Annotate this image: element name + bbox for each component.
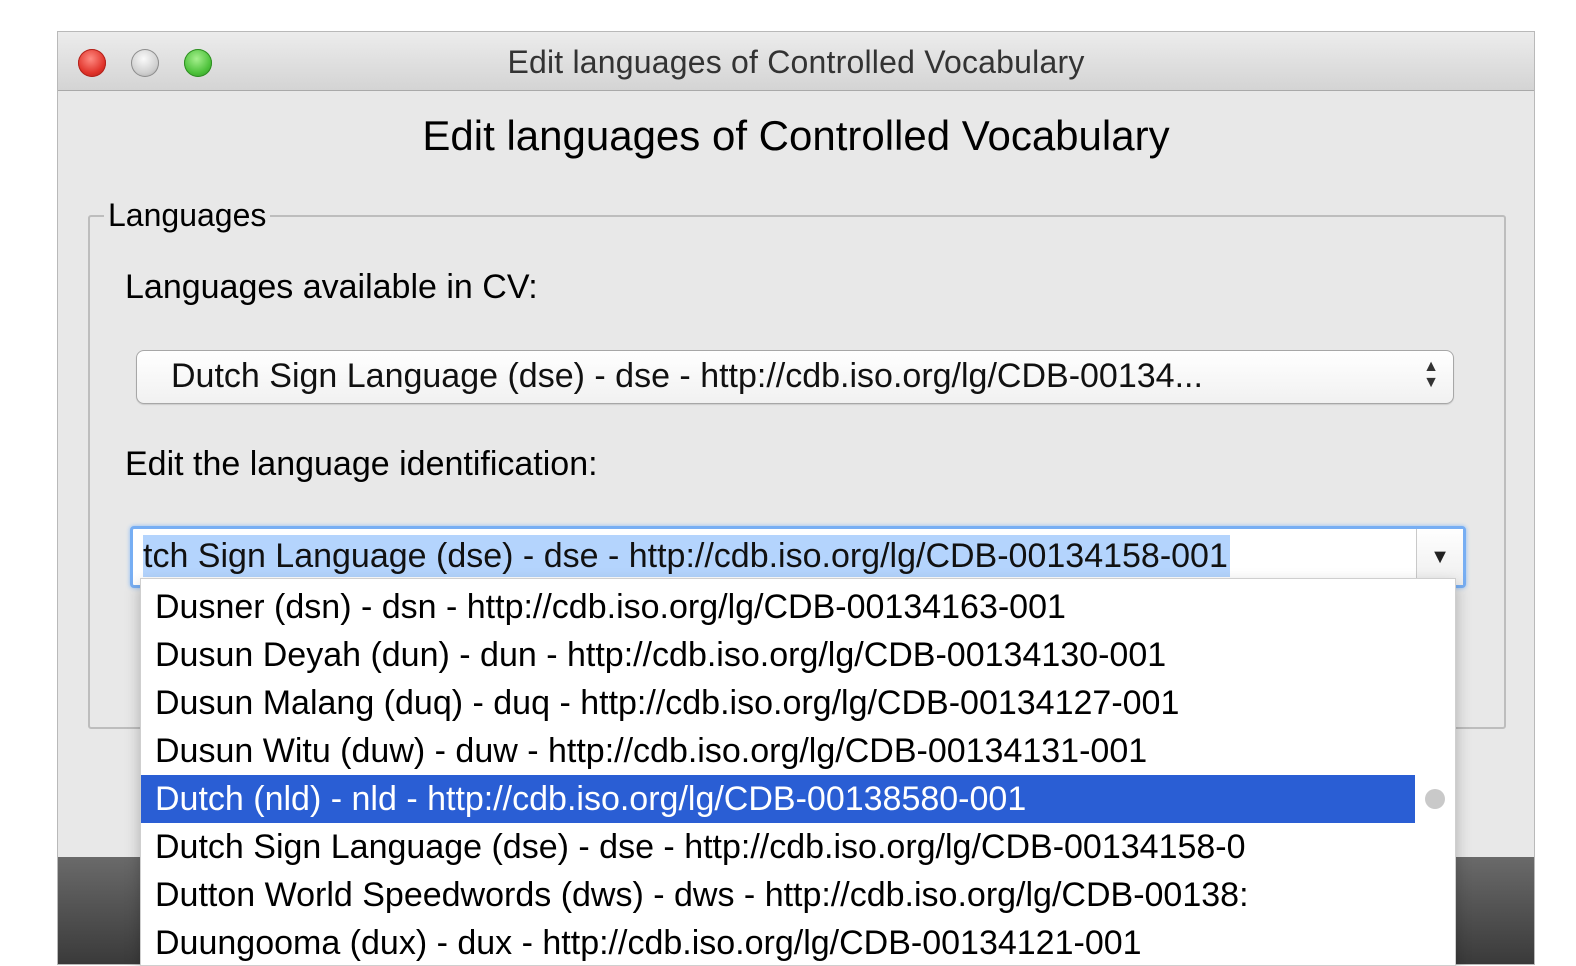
list-item[interactable]: Dusner (dsn) - dsn - http://cdb.iso.org/… xyxy=(141,583,1415,631)
list-item[interactable]: Dusun Deyah (dun) - dun - http://cdb.iso… xyxy=(141,631,1415,679)
up-down-chevron-icon: ▲ ▼ xyxy=(1423,358,1439,391)
list-item[interactable]: Duungooma (dux) - dux - http://cdb.iso.o… xyxy=(141,919,1415,965)
scrollbar-knob[interactable] xyxy=(1425,789,1445,809)
languages-available-selected-value: Dutch Sign Language (dse) - dse - http:/… xyxy=(171,357,1203,395)
edit-language-input[interactable]: tch Sign Language (dse) - dse - http://c… xyxy=(143,535,1230,577)
dialog-heading: Edit languages of Controlled Vocabulary xyxy=(422,112,1170,159)
language-dropdown-list[interactable]: Dusner (dsn) - dsn - http://cdb.iso.org/… xyxy=(140,578,1456,966)
combo-dropdown-button[interactable]: ▼ xyxy=(1416,529,1463,585)
triangle-down-icon: ▼ xyxy=(1430,546,1450,568)
list-item[interactable]: Dutch Sign Language (dse) - dse - http:/… xyxy=(141,823,1415,871)
edit-language-label: Edit the language identification: xyxy=(125,445,598,483)
title-bar[interactable]: Edit languages of Controlled Vocabulary xyxy=(58,32,1534,91)
list-item[interactable]: Dusun Malang (duq) - duq - http://cdb.is… xyxy=(141,679,1415,727)
languages-available-label: Languages available in CV: xyxy=(125,268,538,306)
window-title: Edit languages of Controlled Vocabulary xyxy=(507,44,1085,80)
list-item[interactable]: Dusun Witu (duw) - duw - http://cdb.iso.… xyxy=(141,727,1415,775)
languages-group-legend: Languages xyxy=(104,197,271,234)
list-item[interactable]: Dutton World Speedwords (dws) - dws - ht… xyxy=(141,871,1415,919)
languages-available-popup[interactable]: Dutch Sign Language (dse) - dse - http:/… xyxy=(136,350,1454,404)
list-item-selected[interactable]: Dutch (nld) - nld - http://cdb.iso.org/l… xyxy=(141,775,1415,823)
